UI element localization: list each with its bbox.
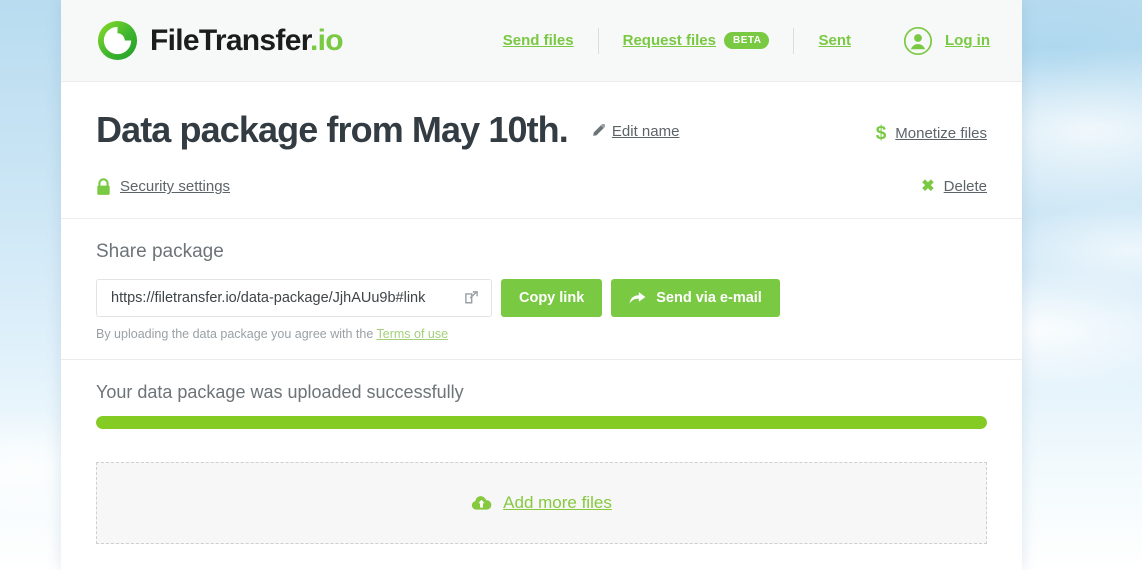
share-arrow-icon [629, 292, 646, 304]
open-external-link-icon[interactable] [464, 290, 479, 305]
send-via-email-button[interactable]: Send via e-mail [611, 278, 780, 317]
send-via-email-label: Send via e-mail [656, 289, 762, 306]
nav-link-log-in[interactable]: Log in [945, 32, 990, 49]
edit-name-link[interactable]: Edit name [612, 123, 680, 140]
upload-status-message: Your data package was uploaded successfu… [96, 381, 464, 402]
delete-link[interactable]: Delete [944, 178, 987, 195]
dollar-icon: $ [875, 123, 887, 144]
main-card: FileTransfer.io Send files Request files… [61, 0, 1022, 570]
monetize-files-link[interactable]: Monetize files [895, 125, 987, 142]
upload-progress-bar [96, 415, 987, 429]
page-title: Data package from May 10th. [96, 109, 569, 150]
pencil-icon [593, 124, 605, 136]
terms-of-use-link[interactable]: Terms of use [377, 327, 449, 341]
delete-package-action[interactable]: ✖ Delete [921, 178, 987, 195]
user-account-icon[interactable] [903, 26, 933, 56]
share-package-section: Share package https://filetransfer.io/da… [61, 219, 1022, 360]
terms-notice: By uploading the data package you agree … [96, 327, 987, 341]
upload-status-section: Your data package was uploaded successfu… [61, 360, 1022, 429]
login-group[interactable]: Log in [875, 26, 990, 56]
nav-item-request-files[interactable]: Request files BETA [599, 32, 794, 49]
main-navigation: Send files Request files BETA Sent Log i… [479, 23, 990, 59]
edit-name-action[interactable]: Edit name [590, 123, 680, 140]
copy-link-label: Copy link [519, 289, 585, 306]
nav-link-sent[interactable]: Sent [818, 32, 851, 49]
share-url-field[interactable]: https://filetransfer.io/data-package/Jjh… [96, 278, 492, 317]
upload-progress-fill [96, 415, 987, 429]
cloud-upload-icon [472, 496, 492, 510]
site-logo[interactable]: FileTransfer.io [96, 19, 344, 62]
terms-notice-text: By uploading the data package you agree … [96, 326, 377, 341]
title-row: Data package from May 10th. Edit name $ … [96, 108, 987, 152]
add-more-files-dropzone[interactable]: Add more files [96, 461, 987, 544]
copy-link-button[interactable]: Copy link [501, 278, 603, 317]
share-url-value: https://filetransfer.io/data-package/Jjh… [111, 289, 426, 306]
site-header: FileTransfer.io Send files Request files… [61, 0, 1022, 82]
monetize-files-action[interactable]: $ Monetize files [876, 124, 987, 143]
nav-link-send-files[interactable]: Send files [503, 32, 574, 49]
title-sub-row: Security settings ✖ Delete [96, 178, 987, 196]
logo-wordmark: FileTransfer.io [150, 23, 344, 58]
security-settings-link[interactable]: Security settings [120, 178, 230, 195]
beta-badge: BETA [724, 32, 770, 49]
add-more-files-link[interactable]: Add more files [503, 493, 612, 513]
logo-text-dark: FileTransfer [150, 23, 311, 57]
share-controls-row: https://filetransfer.io/data-package/Jjh… [96, 278, 987, 317]
close-icon: ✖ [921, 177, 935, 195]
logo-text-accent: .io [310, 23, 344, 57]
share-package-heading: Share package [96, 240, 224, 262]
package-title-section: Data package from May 10th. Edit name $ … [61, 82, 1022, 219]
nav-item-sent[interactable]: Sent [794, 32, 875, 49]
filetransfer-logo-icon [97, 20, 138, 61]
nav-item-send-files[interactable]: Send files [479, 32, 598, 49]
lock-icon [97, 178, 110, 195]
security-settings-action[interactable]: Security settings [96, 178, 230, 196]
nav-link-request-files[interactable]: Request files [623, 32, 716, 49]
